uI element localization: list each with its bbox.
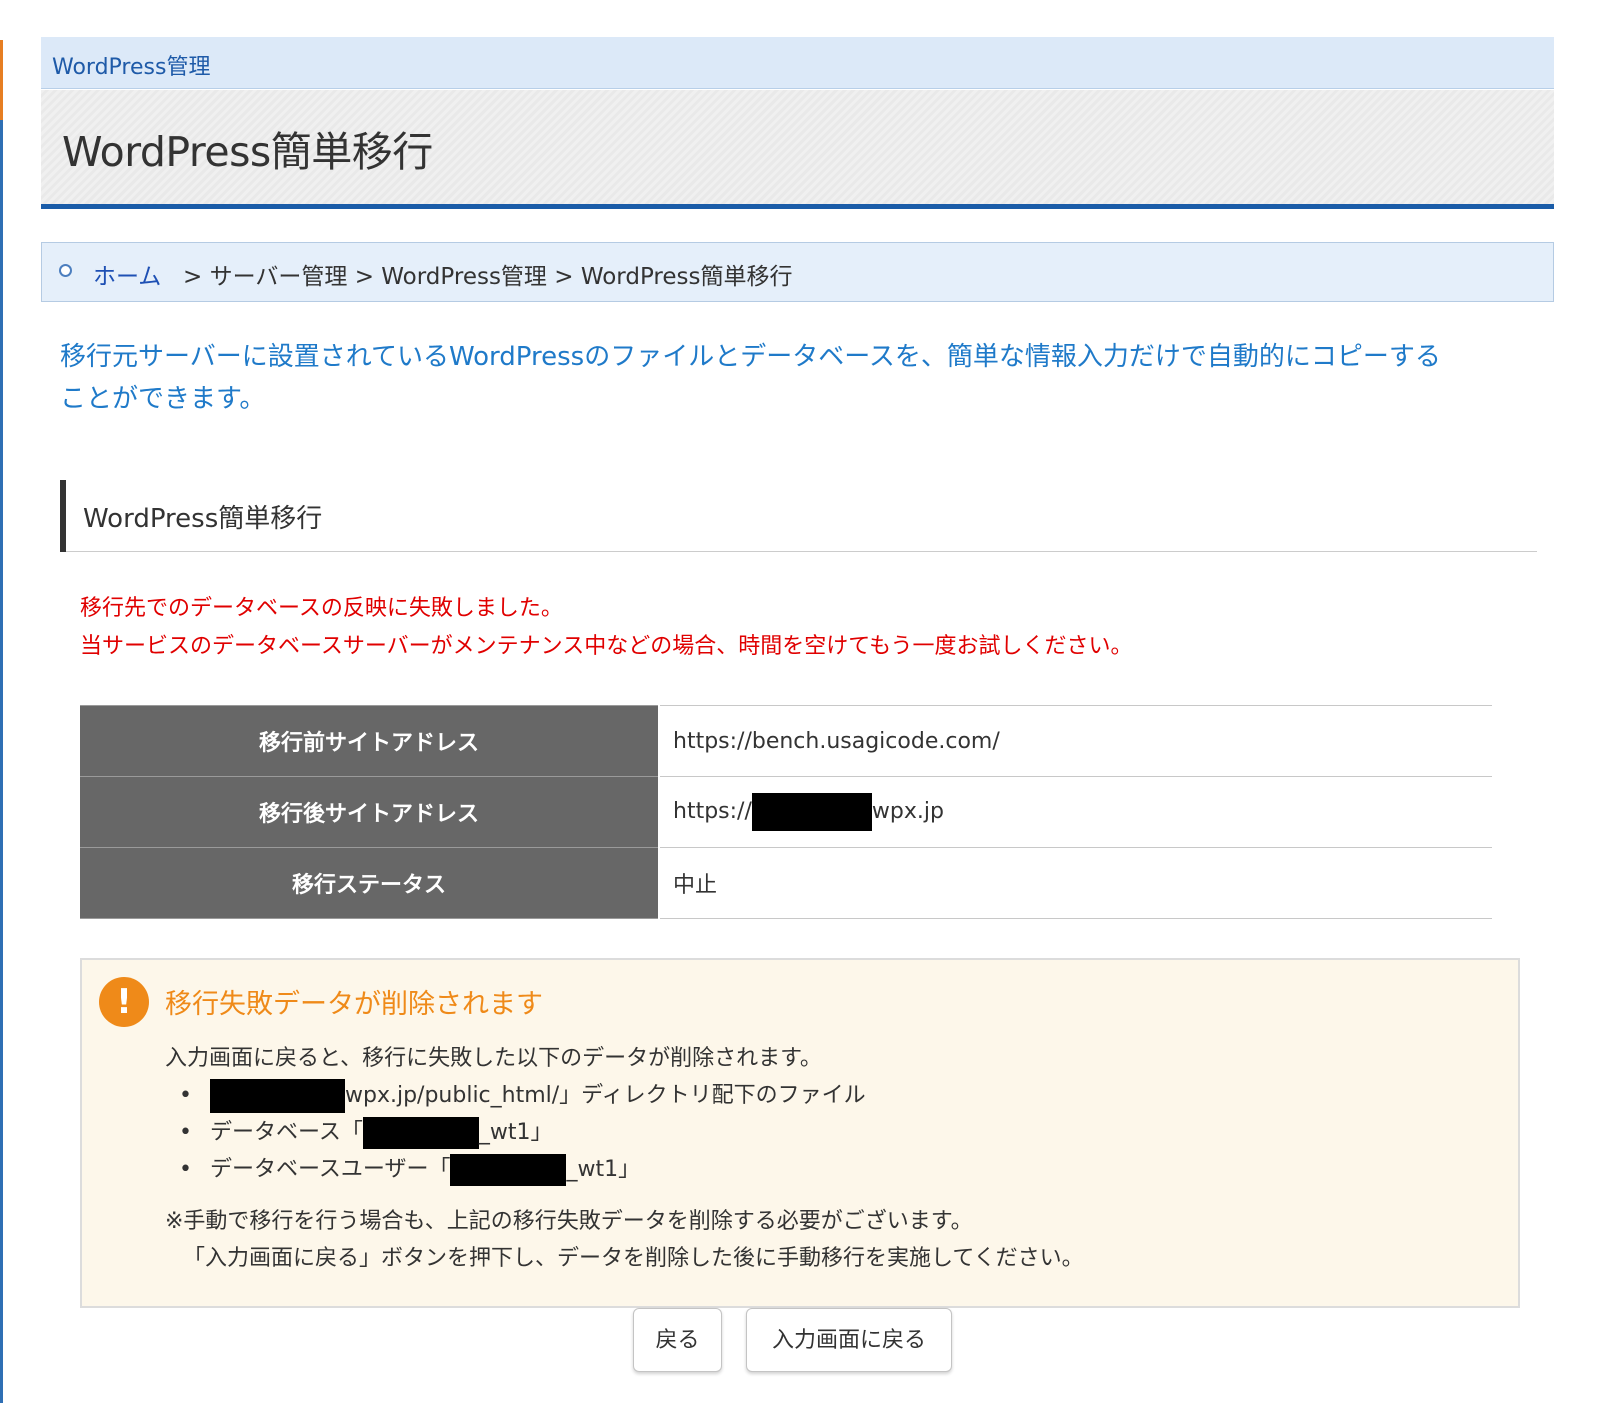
category-bar: WordPress管理 xyxy=(41,37,1554,89)
breadcrumb-separator: > xyxy=(183,264,203,290)
source-address-label: 移行前サイトアドレス xyxy=(80,705,660,777)
warning-box: ! 移行失敗データが削除されます 入力画面に戻ると、移行に失敗した以下のデータが… xyxy=(80,958,1520,1308)
warning-body: 入力画面に戻ると、移行に失敗した以下のデータが削除されます。 • wpx.jp/p… xyxy=(165,1040,1084,1277)
return-to-input-button[interactable]: 入力画面に戻る xyxy=(746,1308,952,1372)
bullet: • xyxy=(179,1157,192,1182)
list-item: • データベースユーザー「 _wt1」 xyxy=(165,1151,1084,1188)
breadcrumb-separator: > xyxy=(554,264,574,290)
destination-address-suffix: wpx.jp xyxy=(871,799,944,824)
list-item: • wpx.jp/public_html/」ディレクトリ配下のファイル xyxy=(165,1077,1084,1114)
category-label: WordPress管理 xyxy=(52,55,211,80)
list-item-suffix: _wt1」 xyxy=(478,1120,553,1145)
exclamation-icon: ! xyxy=(99,977,149,1027)
source-address-value: https://bench.usagicode.com/ xyxy=(659,705,1492,777)
list-item-suffix: _wt1」 xyxy=(566,1157,641,1182)
breadcrumb-home-link[interactable]: ホーム xyxy=(93,257,161,291)
page-title-band: WordPress簡単移行 xyxy=(41,90,1554,209)
redaction-block xyxy=(362,1117,479,1149)
breadcrumb: ホーム > サーバー管理 > WordPress管理 > WordPress簡単… xyxy=(41,242,1554,302)
breadcrumb-circle-icon xyxy=(59,264,72,277)
breadcrumb-separator: > xyxy=(354,264,374,290)
left-edge-accent-top xyxy=(0,40,3,120)
error-line-1: 移行先でのデータベースの反映に失敗しました。 xyxy=(80,596,563,621)
intro-text: 移行元サーバーに設置されているWordPressのファイルとデータベースを、簡単… xyxy=(60,336,1530,420)
breadcrumb-item-current: WordPress簡単移行 xyxy=(580,264,793,290)
destination-address-prefix: https:// xyxy=(673,799,752,824)
warning-note-2: 「入力画面に戻る」ボタンを押下し、データを削除した後に手動移行を実施してください… xyxy=(183,1246,1084,1271)
redaction-block xyxy=(450,1154,567,1186)
destination-address-label: 移行後サイトアドレス xyxy=(80,776,660,848)
intro-line-1: 移行元サーバーに設置されているWordPressのファイルとデータベースを、簡単… xyxy=(60,342,1441,372)
table-row: 移行前サイトアドレス https://bench.usagicode.com/ xyxy=(80,705,1492,777)
intro-line-2: ことができます。 xyxy=(60,384,266,414)
warning-note-1: ※手動で移行を行う場合も、上記の移行失敗データを削除する必要がございます。 xyxy=(165,1209,973,1234)
bullet: • xyxy=(179,1083,192,1108)
bullet: • xyxy=(179,1120,192,1145)
migration-info-table: 移行前サイトアドレス https://bench.usagicode.com/ … xyxy=(80,705,1492,919)
warning-title: 移行失敗データが削除されます xyxy=(165,989,543,1020)
redaction-block xyxy=(210,1079,345,1113)
back-button[interactable]: 戻る xyxy=(633,1308,722,1372)
list-item-prefix: データベース「 xyxy=(210,1120,363,1145)
list-item-suffix: wpx.jp/public_html/」ディレクトリ配下のファイル xyxy=(345,1083,866,1108)
section-heading: WordPress簡単移行 xyxy=(60,480,1537,552)
breadcrumb-item-server: サーバー管理 xyxy=(209,264,348,290)
error-line-2: 当サービスのデータベースサーバーがメンテナンス中などの場合、時間を空けてもう一度… xyxy=(80,634,1133,659)
breadcrumb-item-wordpress-admin: WordPress管理 xyxy=(381,264,547,290)
migration-status-label: 移行ステータス xyxy=(80,847,660,919)
left-edge-accent xyxy=(0,40,3,1403)
migration-status-value: 中止 xyxy=(659,847,1492,919)
table-row: 移行後サイトアドレス https:// wpx.jp xyxy=(80,776,1492,848)
table-row: 移行ステータス 中止 xyxy=(80,847,1492,919)
breadcrumb-trail: > サーバー管理 > WordPress管理 > WordPress簡単移行 xyxy=(183,257,793,291)
redaction-block xyxy=(751,793,872,831)
section-heading-bar xyxy=(60,480,66,552)
page-title: WordPress簡単移行 xyxy=(62,128,433,176)
warning-intro: 入力画面に戻ると、移行に失敗した以下のデータが削除されます。 xyxy=(165,1046,822,1071)
error-message: 移行先でのデータベースの反映に失敗しました。 当サービスのデータベースサーバーが… xyxy=(80,590,1132,666)
list-item-prefix: データベースユーザー「 xyxy=(210,1157,451,1182)
section-heading-title: WordPress簡単移行 xyxy=(83,504,323,534)
list-item: • データベース「 _wt1」 xyxy=(165,1114,1084,1151)
destination-address-value: https:// wpx.jp xyxy=(659,776,1492,848)
deleted-data-list: • wpx.jp/public_html/」ディレクトリ配下のファイル • データベ… xyxy=(165,1077,1084,1188)
